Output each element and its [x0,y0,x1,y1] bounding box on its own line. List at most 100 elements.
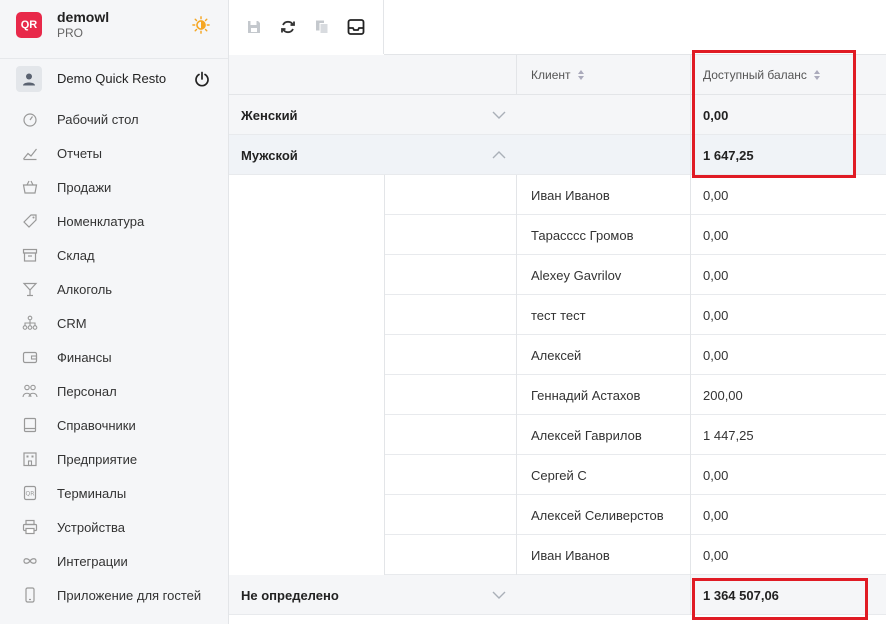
sidebar-item-label: Приложение для гостей [57,587,202,603]
sidebar-item-label: Номенклатура [57,213,145,229]
client-name: Alexey Gavrilov [531,267,622,283]
sidebar-item[interactable]: Рабочий стол [0,102,228,136]
sidebar-item[interactable]: Отчеты [0,136,228,170]
save-icon[interactable] [245,18,263,36]
client-name: Сергей С [531,467,587,483]
basket-icon [22,180,38,194]
client-balance: 0,00 [703,267,729,283]
sidebar-item-label: Рабочий стол [57,111,139,127]
staff-icon [22,384,38,398]
chevron-up-icon [492,151,506,159]
plan-label: PRO [57,26,84,41]
sidebar-nav: Рабочий стол Отчеты Продажи Номенклатура Скл… [0,102,228,612]
sort-icon [577,70,584,80]
wallet-icon [22,351,38,364]
column-header-client[interactable]: Клиент [531,55,585,95]
client-balance: 0,00 [703,347,729,363]
sidebar-item[interactable]: Предприятие [0,442,228,476]
table-row[interactable]: Геннадий Астахов 200,00 [229,375,886,415]
client-balance: 1 447,25 [703,427,754,443]
client-balance: 0,00 [703,227,729,243]
client-name: Алексей [531,347,582,363]
dashboard-icon [23,113,37,127]
client-name: Геннадий Астахов [531,387,641,403]
client-name: Иван Иванов [531,187,610,203]
archive-icon [22,248,38,262]
sidebar-item[interactable]: Устройства [0,510,228,544]
table-row[interactable]: Алексей Селиверстов 0,00 [229,495,886,535]
table-row[interactable]: Иван Иванов 0,00 [229,535,886,575]
sidebar-item-label: Интеграции [57,553,128,569]
sidebar-item[interactable]: Персонал [0,374,228,408]
expand-toggle[interactable] [492,135,506,175]
chevron-down-icon [492,591,506,599]
client-balance: 0,00 [703,547,729,563]
user-row[interactable]: Demo Quick Resto [0,58,228,98]
user-name: Demo Quick Resto [57,71,167,86]
sidebar: QR demowl PRO Demo Quick Resto Рабочий с… [0,0,229,624]
client-balance: 0,00 [703,187,729,203]
brand-header[interactable]: QR demowl PRO [0,0,228,50]
table-row[interactable]: Алексей 0,00 [229,335,886,375]
table-row[interactable]: Иван Иванов 0,00 [229,175,886,215]
sidebar-item[interactable]: CRM [0,306,228,340]
chart-icon [23,148,37,161]
refresh-icon[interactable] [279,18,297,36]
sidebar-item-label: Продажи [57,179,112,195]
tag-icon [23,214,37,228]
sidebar-item[interactable]: Алкоголь [0,272,228,306]
client-name: Иван Иванов [531,547,610,563]
table-row[interactable]: тест тест 0,00 [229,295,886,335]
table-row[interactable]: Тарасссс Громов 0,00 [229,215,886,255]
expand-toggle[interactable] [492,95,506,135]
expand-toggle[interactable] [492,575,506,615]
book-icon [23,417,37,433]
client-balance: 200,00 [703,387,743,403]
sidebar-item-label: Склад [57,247,95,263]
table-row[interactable]: Alexey Gavrilov 0,00 [229,255,886,295]
phone-icon [25,587,35,603]
sidebar-item[interactable]: Номенклатура [0,204,228,238]
inbox-icon[interactable] [347,18,365,36]
terminal-icon: QR [23,485,37,501]
sidebar-item[interactable]: Финансы [0,340,228,374]
infinity-icon [23,558,37,564]
avatar [16,65,42,92]
group-name: Не определено [241,587,339,603]
user-icon [23,73,35,85]
client-name: Алексей Селиверстов [531,507,664,523]
sidebar-item-label: Терминалы [57,485,127,501]
group-name: Женский [241,107,298,123]
sidebar-item[interactable]: QR Терминалы [0,476,228,510]
client-balance: 0,00 [703,507,729,523]
group-name: Мужской [241,147,298,163]
printer-icon [22,519,38,535]
power-icon[interactable] [194,71,210,87]
sidebar-item[interactable]: Склад [0,238,228,272]
sidebar-item[interactable]: Продажи [0,170,228,204]
building-icon [23,452,37,467]
sidebar-item[interactable]: Справочники [0,408,228,442]
table-row[interactable]: Алексей Гаврилов 1 447,25 [229,415,886,455]
sidebar-item-label: Алкоголь [57,281,113,297]
sidebar-item[interactable]: Интеграции [0,544,228,578]
sidebar-item-label: Справочники [57,417,136,433]
copy-icon[interactable] [313,18,331,36]
highlight-box [692,50,856,178]
client-name: Алексей Гаврилов [531,427,642,443]
sidebar-item-label: Устройства [57,519,126,535]
column-label: Клиент [531,68,571,82]
table-row[interactable]: Сергей С 0,00 [229,455,886,495]
people-tree-icon [22,315,38,330]
sidebar-item-label: Персонал [57,383,117,399]
app-logo: QR [16,12,42,38]
sidebar-item-label: CRM [57,315,87,331]
sidebar-item[interactable]: Приложение для гостей [0,578,228,612]
toolbar [229,0,384,54]
sidebar-item-label: Отчеты [57,145,102,161]
sidebar-item-label: Финансы [57,349,112,365]
client-balance: 0,00 [703,467,729,483]
sidebar-item-label: Предприятие [57,451,138,467]
account-name: demowl [57,9,110,26]
sun-icon[interactable] [192,16,210,34]
